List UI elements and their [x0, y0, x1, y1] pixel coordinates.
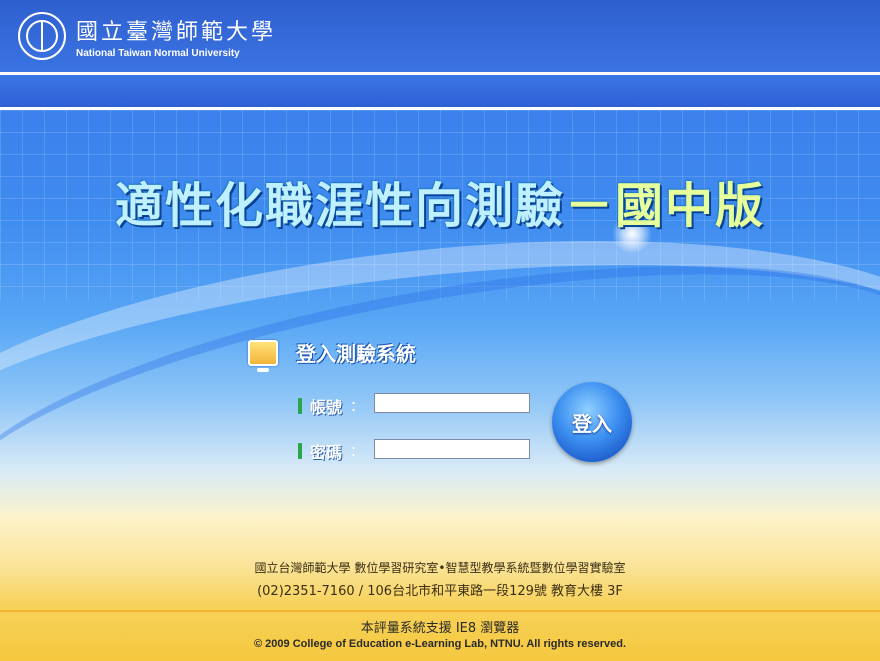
account-input[interactable] [374, 393, 530, 413]
account-label: 帳號 [310, 398, 343, 417]
password-label: 密碼 [310, 443, 343, 462]
university-name-cn: 國立臺灣師範大學 [76, 19, 277, 45]
copyright: © 2009 College of Education e-Learning L… [254, 638, 626, 650]
page-title: 適性化職涯性向測驗－國中版 [0, 166, 880, 236]
account-row: 帳號 ： [298, 394, 364, 418]
university-seal-icon [18, 12, 66, 60]
password-colon: ： [350, 444, 365, 460]
org-line: 國立台灣師範大學 數位學習研究室•智慧型教學系統暨數位學習實驗室 [254, 561, 626, 575]
field-marker [298, 398, 302, 414]
page-title-dash: － [564, 178, 615, 234]
login-page: 國立臺灣師範大學 National Taiwan Normal Universi… [0, 0, 880, 661]
university-name: 國立臺灣師範大學 National Taiwan Normal Universi… [76, 14, 276, 59]
login-button[interactable]: 登入 [552, 382, 632, 462]
password-row: 密碼 ： [298, 439, 364, 463]
login-header: 登入測驗系統 [248, 338, 416, 372]
login-heading: 登入測驗系統 [296, 342, 416, 366]
page-title-edition: 國中版 [615, 178, 766, 234]
browser-note: 本評量系統支援 IE8 瀏覽器 [360, 621, 520, 636]
computer-monitor-icon [248, 339, 278, 372]
field-marker [298, 443, 302, 459]
footer-divider [0, 610, 880, 612]
university-logo: 國立臺灣師範大學 National Taiwan Normal Universi… [18, 10, 276, 62]
account-colon: ： [350, 399, 365, 415]
page-title-main: 適性化職涯性向測驗 [114, 178, 565, 234]
contact-line: (02)2351-7160 / 106台北市和平東路一段129號 教育大樓 3F [257, 584, 623, 599]
password-input[interactable] [374, 439, 530, 459]
header-band [0, 75, 880, 107]
university-name-en: National Taiwan Normal University [76, 47, 240, 59]
